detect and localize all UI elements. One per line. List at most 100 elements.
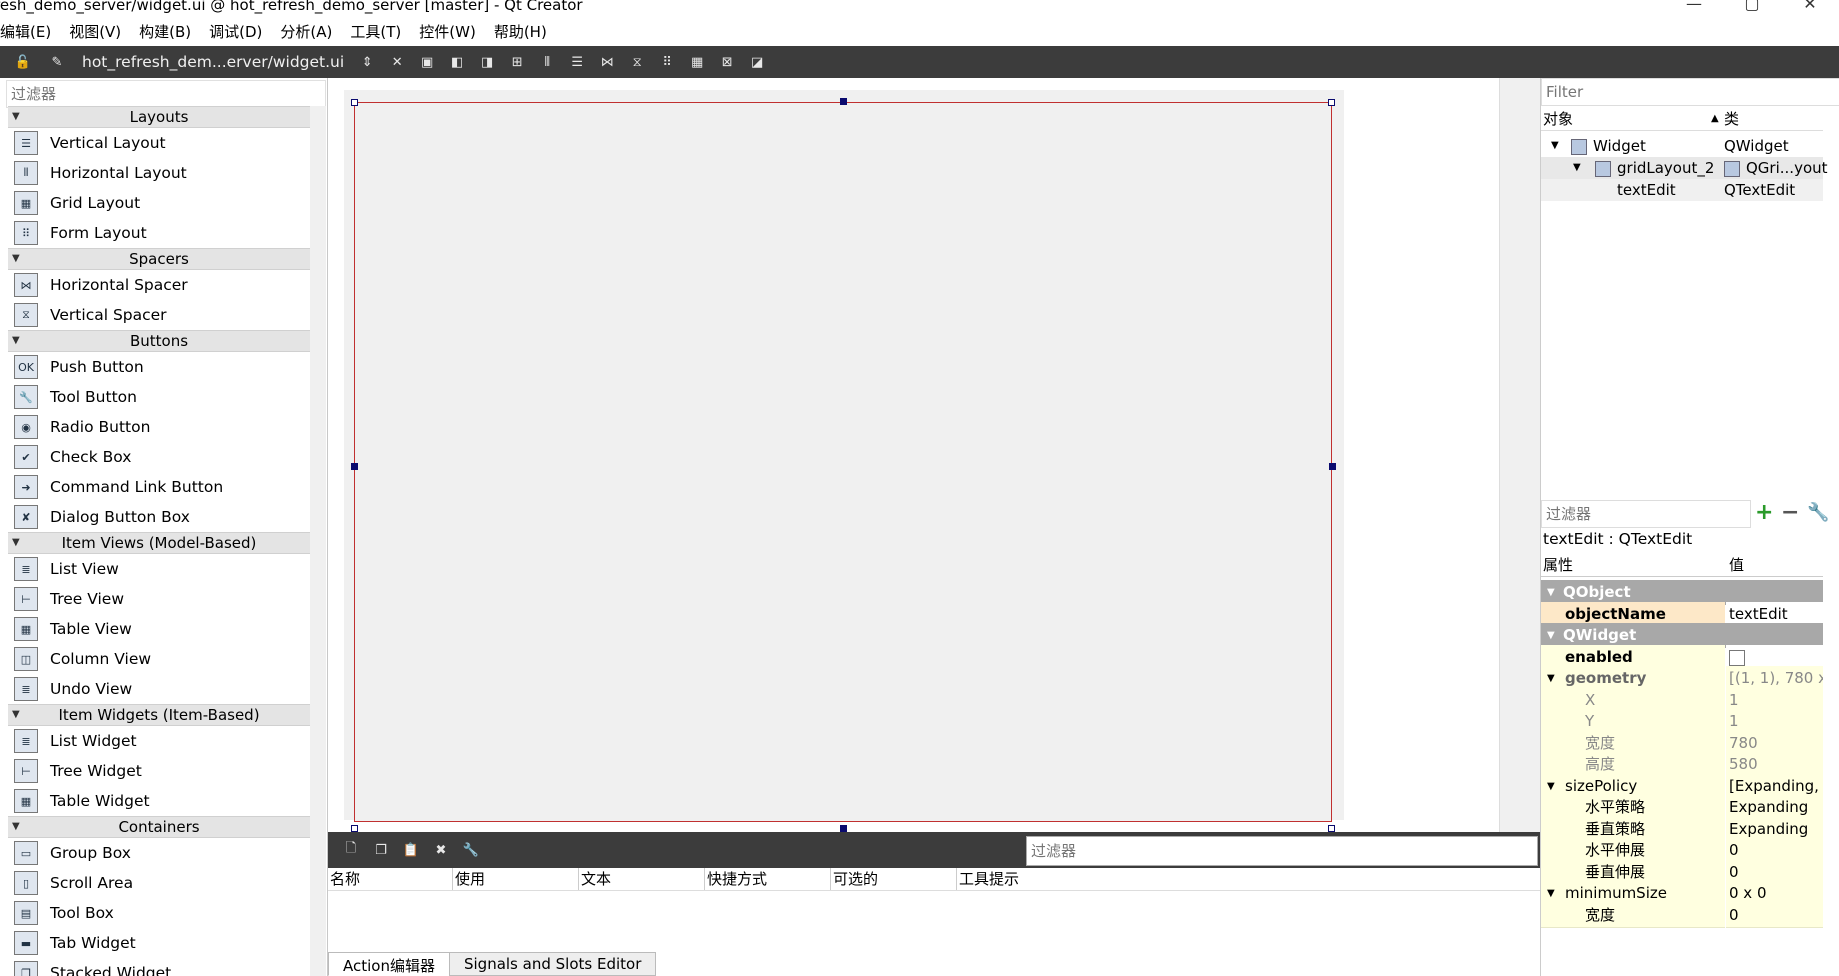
widget-item-grid-layout[interactable]: ▦ Grid Layout: [8, 188, 310, 218]
col-checkable[interactable]: 可选的: [831, 868, 957, 890]
property-filter-field[interactable]: [1541, 500, 1751, 528]
widget-item-group-box[interactable]: ▭ Group Box: [8, 838, 310, 868]
form-canvas[interactable]: [328, 78, 1518, 832]
menu-build[interactable]: 构建(B): [130, 21, 200, 42]
widget-item-push-button[interactable]: OK Push Button: [8, 352, 310, 382]
expand-arrow-icon[interactable]: ▼: [1547, 774, 1555, 799]
configure-action-icon[interactable]: 🔧: [460, 840, 482, 860]
paste-action-icon[interactable]: 📋: [400, 840, 422, 860]
action-filter-input[interactable]: [1027, 837, 1520, 865]
form-widget[interactable]: [344, 90, 1344, 832]
expand-arrow-icon[interactable]: ▼: [1551, 135, 1559, 157]
widget-box-scrollbar[interactable]: [310, 106, 326, 976]
expand-arrow-icon[interactable]: ▼: [1573, 157, 1581, 179]
close-button[interactable]: ✕: [1781, 0, 1839, 14]
tree-row-widget[interactable]: ▼ Widget QWidget: [1541, 135, 1823, 157]
col-object[interactable]: 对象: [1543, 108, 1573, 130]
layout-v-splitter-icon[interactable]: ⧖: [626, 52, 648, 72]
widget-item-vertical-layout[interactable]: ☰ Vertical Layout: [8, 128, 310, 158]
menu-tools[interactable]: 工具(T): [341, 21, 410, 42]
widget-item-stacked-widget[interactable]: ❐ Stacked Widget: [8, 958, 310, 976]
resize-handle-bl[interactable]: [351, 825, 358, 832]
property-row[interactable]: 宽度 0: [1541, 902, 1823, 928]
widget-item-dialog-button-box[interactable]: ✘ Dialog Button Box: [8, 502, 310, 532]
collapse-arrow-icon[interactable]: ▼: [12, 705, 20, 725]
widget-item-horizontal-spacer[interactable]: ⋈ Horizontal Spacer: [8, 270, 310, 300]
widget-item-list-view[interactable]: ≣ List View: [8, 554, 310, 584]
edit-widgets-icon[interactable]: ▣: [416, 52, 438, 72]
resize-handle-tl[interactable]: [351, 99, 358, 106]
category-item-widgets-item-based[interactable]: ▼ Item Widgets (Item-Based): [8, 704, 310, 726]
col-tooltip[interactable]: 工具提示: [957, 868, 1109, 890]
layout-horizontal-icon[interactable]: ⦀: [536, 52, 558, 72]
tree-row-textedit[interactable]: textEdit QTextEdit: [1541, 179, 1823, 201]
col-text[interactable]: 文本: [579, 868, 705, 890]
resize-handle-tr[interactable]: [1328, 99, 1335, 106]
widget-item-undo-view[interactable]: ≣ Undo View: [8, 674, 310, 704]
widget-item-horizontal-layout[interactable]: ⦀ Horizontal Layout: [8, 158, 310, 188]
widget-item-radio-button[interactable]: ◉ Radio Button: [8, 412, 310, 442]
category-spacers[interactable]: ▼ Spacers: [8, 248, 310, 270]
remove-property-icon[interactable]: −: [1781, 500, 1799, 525]
configure-icon[interactable]: 🔧: [1807, 502, 1829, 523]
widget-item-table-view[interactable]: ▦ Table View: [8, 614, 310, 644]
widget-item-tab-widget[interactable]: ▬ Tab Widget: [8, 928, 310, 958]
widget-item-column-view[interactable]: ◫ Column View: [8, 644, 310, 674]
col-shortcut[interactable]: 快捷方式: [705, 868, 831, 890]
widget-filter-field[interactable]: [6, 80, 326, 108]
chevron-updown-icon[interactable]: ⇕: [356, 52, 378, 72]
widget-item-scroll-area[interactable]: ▯ Scroll Area: [8, 868, 310, 898]
col-used[interactable]: 使用: [453, 868, 579, 890]
widget-item-tool-button[interactable]: 🔧 Tool Button: [8, 382, 310, 412]
resize-handle-l[interactable]: [351, 463, 358, 470]
expand-arrow-icon[interactable]: ▼: [1547, 881, 1555, 906]
layout-form-icon[interactable]: ⠿: [656, 52, 678, 72]
resize-handle-t[interactable]: [840, 98, 847, 105]
widget-item-form-layout[interactable]: ⠿ Form Layout: [8, 218, 310, 248]
resize-handle-b[interactable]: [840, 825, 847, 832]
widget-item-tool-box[interactable]: ▤ Tool Box: [8, 898, 310, 928]
text-edit-widget[interactable]: [354, 102, 1332, 822]
menu-view[interactable]: 视图(V): [60, 21, 130, 42]
menu-debug[interactable]: 调试(D): [200, 21, 271, 42]
expand-arrow-icon[interactable]: ▼: [1547, 666, 1555, 691]
minimize-button[interactable]: —: [1665, 0, 1723, 14]
collapse-arrow-icon[interactable]: ▼: [12, 107, 20, 127]
widget-item-command-link-button[interactable]: ➜ Command Link Button: [8, 472, 310, 502]
new-action-icon[interactable]: 🗋: [340, 840, 362, 860]
widget-filter-input[interactable]: [7, 81, 318, 107]
collapse-arrow-icon[interactable]: ▼: [12, 331, 20, 351]
resize-handle-br[interactable]: [1328, 825, 1335, 832]
widget-item-tree-view[interactable]: ⊢ Tree View: [8, 584, 310, 614]
category-item-views-model-based[interactable]: ▼ Item Views (Model-Based): [8, 532, 310, 554]
col-name[interactable]: 名称: [328, 868, 453, 890]
menu-analyze[interactable]: 分析(A): [271, 21, 341, 42]
col-value[interactable]: 值: [1729, 554, 1744, 576]
widget-item-check-box[interactable]: ✔ Check Box: [8, 442, 310, 472]
edit-tab-order-icon[interactable]: ⊞: [506, 52, 528, 72]
adjust-size-icon[interactable]: ◪: [746, 52, 768, 72]
menu-help[interactable]: 帮助(H): [485, 21, 556, 42]
layout-h-splitter-icon[interactable]: ⋈: [596, 52, 618, 72]
collapse-arrow-icon[interactable]: ▼: [12, 249, 20, 269]
property-value[interactable]: 0: [1726, 902, 1823, 928]
property-filter-input[interactable]: [1542, 501, 1748, 527]
document-name[interactable]: hot_refresh_dem...erver/widget.ui: [82, 53, 344, 71]
widget-item-list-widget[interactable]: ≣ List Widget: [8, 726, 310, 756]
break-layout-icon[interactable]: ⊠: [716, 52, 738, 72]
category-buttons[interactable]: ▼ Buttons: [8, 330, 310, 352]
menu-edit[interactable]: 编辑(E): [0, 21, 60, 42]
copy-action-icon[interactable]: ❐: [370, 840, 392, 860]
tab-action-editor[interactable]: Action编辑器: [328, 952, 450, 976]
col-class[interactable]: 类: [1724, 108, 1739, 130]
col-property[interactable]: 属性: [1543, 554, 1573, 576]
edit-signals-icon[interactable]: ◧: [446, 52, 468, 72]
category-containers[interactable]: ▼ Containers: [8, 816, 310, 838]
maximize-button[interactable]: ▢: [1723, 0, 1781, 14]
widget-item-tree-widget[interactable]: ⊢ Tree Widget: [8, 756, 310, 786]
layout-vertical-icon[interactable]: ☰: [566, 52, 588, 72]
edit-buddies-icon[interactable]: ◨: [476, 52, 498, 72]
collapse-arrow-icon[interactable]: ▼: [12, 533, 20, 553]
action-filter-field[interactable]: [1026, 836, 1538, 866]
enabled-checkbox[interactable]: [1729, 649, 1745, 666]
